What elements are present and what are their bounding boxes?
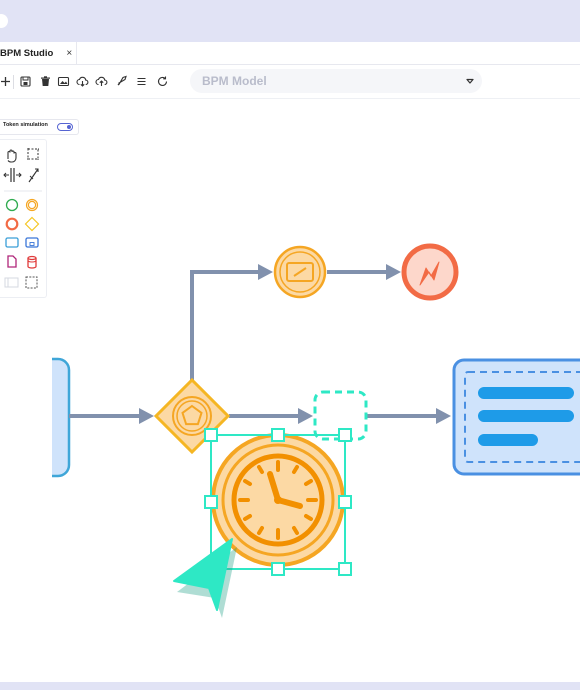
flow-start-to-gateway[interactable] (69, 408, 154, 424)
rocket-icon[interactable] (115, 75, 128, 88)
window-dot (0, 14, 8, 28)
flow-gateway-to-placeholder[interactable] (229, 408, 313, 424)
chevron-down-icon (466, 78, 474, 84)
resize-handle-w[interactable] (204, 495, 218, 509)
tab-close-icon[interactable]: × (66, 48, 72, 59)
cloud-download-icon[interactable] (76, 75, 89, 88)
tab-bpm-studio[interactable]: BPM Studio × (0, 42, 77, 64)
tab-bar: BPM Studio × (0, 42, 580, 65)
add-icon[interactable] (0, 75, 13, 88)
resize-handle-nw[interactable] (204, 428, 218, 442)
message-event[interactable] (273, 245, 327, 299)
refresh-icon[interactable] (156, 75, 169, 88)
tab-title: BPM Studio (0, 47, 54, 59)
error-end-event[interactable] (401, 243, 459, 301)
model-select-value: BPM Model (202, 74, 267, 88)
model-select[interactable]: BPM Model (190, 69, 482, 93)
image-icon[interactable] (57, 75, 70, 88)
trash-icon[interactable] (39, 75, 52, 88)
save-icon[interactable] (19, 75, 32, 88)
resize-handle-ne[interactable] (338, 428, 352, 442)
diagram-canvas[interactable] (0, 100, 580, 682)
flow-gateway-to-message[interactable] (190, 264, 273, 380)
resize-handle-e[interactable] (338, 495, 352, 509)
resize-handle-se[interactable] (338, 562, 352, 576)
cursor-icon (173, 538, 237, 618)
flow-placeholder-to-task[interactable] (367, 408, 451, 424)
title-bar (0, 0, 580, 42)
resize-handle-n[interactable] (271, 428, 285, 442)
bottom-bar (0, 682, 580, 690)
list-icon[interactable] (135, 75, 148, 88)
start-event-partial[interactable] (52, 357, 71, 478)
resize-handle-s[interactable] (271, 562, 285, 576)
flow-message-to-error[interactable] (327, 264, 401, 280)
task-card[interactable] (452, 358, 580, 476)
cloud-upload-icon[interactable] (95, 75, 108, 88)
toolbar-divider (13, 75, 14, 89)
timer-event[interactable] (211, 433, 345, 567)
